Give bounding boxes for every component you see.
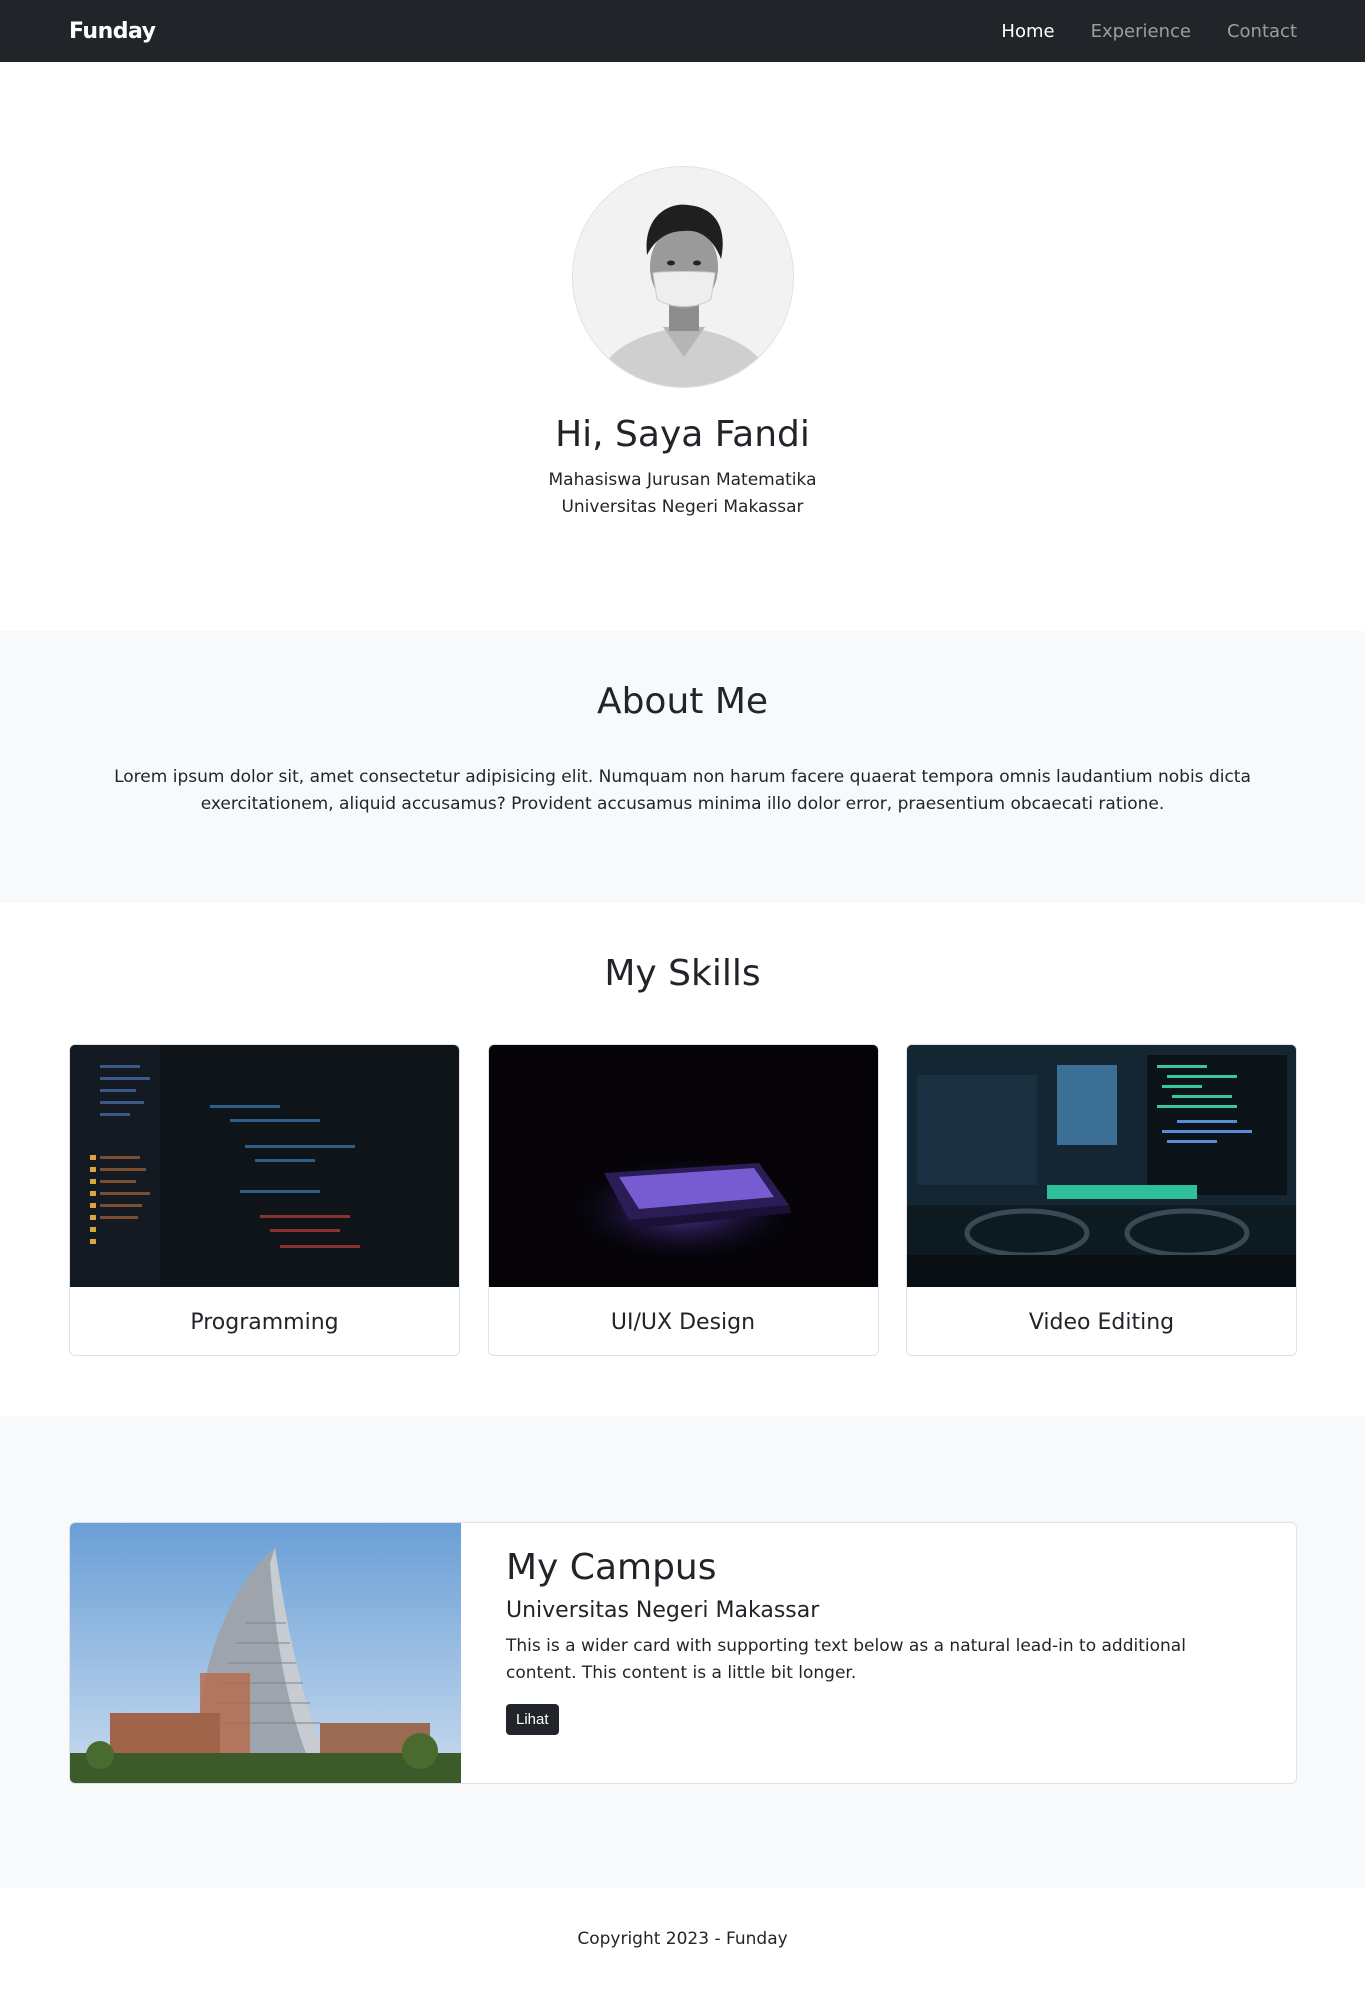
campus-section: My Campus Universitas Negeri Makassar Th… — [0, 1416, 1365, 1888]
navbar: Funday Home Experience Contact — [0, 0, 1365, 62]
nav-link-experience[interactable]: Experience — [1091, 21, 1191, 42]
skill-cards: Programming UI/UX Design Video Editing — [0, 1044, 1365, 1356]
nav-links: Home Experience Contact — [1001, 21, 1297, 42]
brand-logo[interactable]: Funday — [69, 19, 156, 44]
hero-section: Hi, Saya Fandi Mahasiswa Jurusan Matemat… — [0, 62, 1365, 631]
nav-link-contact[interactable]: Contact — [1227, 21, 1297, 42]
hero-title: Hi, Saya Fandi — [555, 414, 810, 455]
campus-card: My Campus Universitas Negeri Makassar Th… — [69, 1522, 1297, 1784]
footer: Copyright 2023 - Funday — [0, 1888, 1365, 1990]
campus-image — [70, 1523, 461, 1783]
profile-photo — [572, 167, 793, 387]
campus-subtitle: Universitas Negeri Makassar — [506, 1598, 820, 1623]
skill-card-video: Video Editing — [906, 1044, 1297, 1356]
video-editing-image — [907, 1045, 1296, 1287]
hero-subtitle: Mahasiswa Jurusan Matematika Universitas… — [549, 467, 817, 521]
campus-body: My Campus Universitas Negeri Makassar Th… — [461, 1523, 1296, 1783]
skill-label-programming: Programming — [190, 1309, 339, 1335]
lihat-button[interactable]: Lihat — [506, 1704, 559, 1735]
campus-text: This is a wider card with supporting tex… — [506, 1636, 1186, 1683]
skill-card-programming: Programming — [69, 1044, 460, 1356]
about-section: About Me Lorem ipsum dolor sit, amet con… — [0, 631, 1365, 903]
hero-subtitle-line1: Mahasiswa Jurusan Matematika — [548, 470, 817, 490]
skills-title: My Skills — [604, 953, 761, 994]
skill-label-uiux: UI/UX Design — [610, 1309, 756, 1335]
hero-subtitle-line2: Universitas Negeri Makassar — [561, 497, 804, 517]
about-text: Lorem ipsum dolor sit, amet consectetur … — [114, 767, 1251, 814]
campus-title: My Campus — [506, 1547, 717, 1588]
uiux-image — [488, 1045, 878, 1287]
about-title: About Me — [596, 681, 769, 722]
skill-label-video: Video Editing — [1028, 1309, 1175, 1335]
skill-card-uiux: UI/UX Design — [487, 1044, 879, 1356]
nav-link-home[interactable]: Home — [1001, 21, 1054, 42]
skills-section: My Skills Programming UI/UX Design Video… — [0, 903, 1365, 1416]
programming-image — [70, 1045, 459, 1287]
footer-copyright: Copyright 2023 - Funday — [577, 1929, 788, 1949]
profile-avatar — [571, 166, 794, 388]
